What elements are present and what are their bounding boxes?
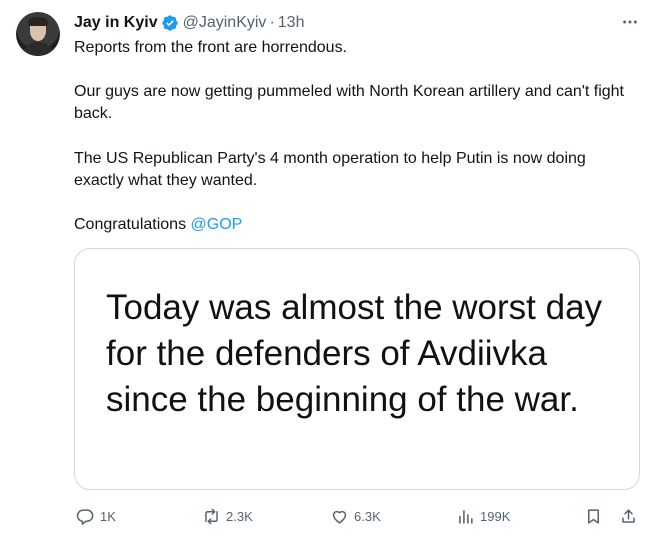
author-name[interactable]: Jay in Kyiv bbox=[74, 14, 158, 32]
like-icon bbox=[332, 510, 347, 524]
like-button[interactable]: 6.3K bbox=[330, 504, 381, 528]
tweet-paragraph-3: The US Republican Party's 4 month operat… bbox=[74, 150, 586, 189]
avatar[interactable] bbox=[16, 12, 60, 56]
action-bar: 1K 2.3K 6.3K 199K bbox=[74, 504, 640, 528]
repost-count: 2.3K bbox=[226, 508, 253, 524]
bookmark-icon bbox=[587, 508, 600, 524]
avatar-shirt bbox=[20, 42, 56, 56]
reply-button[interactable]: 1K bbox=[76, 504, 116, 528]
tweet-paragraph-2: Our guys are now getting pummeled with N… bbox=[74, 83, 624, 122]
views-button[interactable]: 199K bbox=[456, 504, 510, 528]
tweet[interactable]: Jay in Kyiv @JayinKyiv · 13h Reports fro… bbox=[0, 0, 656, 544]
timestamp[interactable]: 13h bbox=[278, 14, 305, 32]
congrats-text: Congratulations bbox=[74, 216, 191, 233]
tweet-paragraph-1: Reports from the front are horrendous. bbox=[74, 39, 348, 56]
share-icon bbox=[622, 508, 635, 523]
more-icon[interactable] bbox=[620, 12, 640, 32]
repost-icon bbox=[205, 508, 218, 524]
reply-icon bbox=[76, 508, 94, 525]
mention-link[interactable]: @GOP bbox=[191, 216, 243, 233]
bookmark-button[interactable] bbox=[584, 504, 603, 528]
verified-badge-icon bbox=[161, 14, 179, 32]
card-text: Today was almost the worst day for the d… bbox=[106, 288, 603, 419]
views-icon bbox=[459, 509, 473, 524]
tweet-paragraph-4: Congratulations @GOP bbox=[74, 214, 242, 236]
like-count: 6.3K bbox=[354, 508, 381, 524]
reply-count: 1K bbox=[100, 508, 116, 524]
share-button[interactable] bbox=[619, 504, 638, 528]
media-card[interactable]: Today was almost the worst day for the d… bbox=[74, 248, 640, 490]
avatar-hair bbox=[28, 17, 48, 26]
views-count: 199K bbox=[480, 508, 511, 524]
tweet-header: Jay in Kyiv @JayinKyiv · 13h bbox=[74, 13, 304, 33]
separator: · bbox=[269, 14, 275, 31]
author-handle[interactable]: @JayinKyiv bbox=[183, 14, 267, 32]
repost-button[interactable]: 2.3K bbox=[202, 504, 253, 528]
